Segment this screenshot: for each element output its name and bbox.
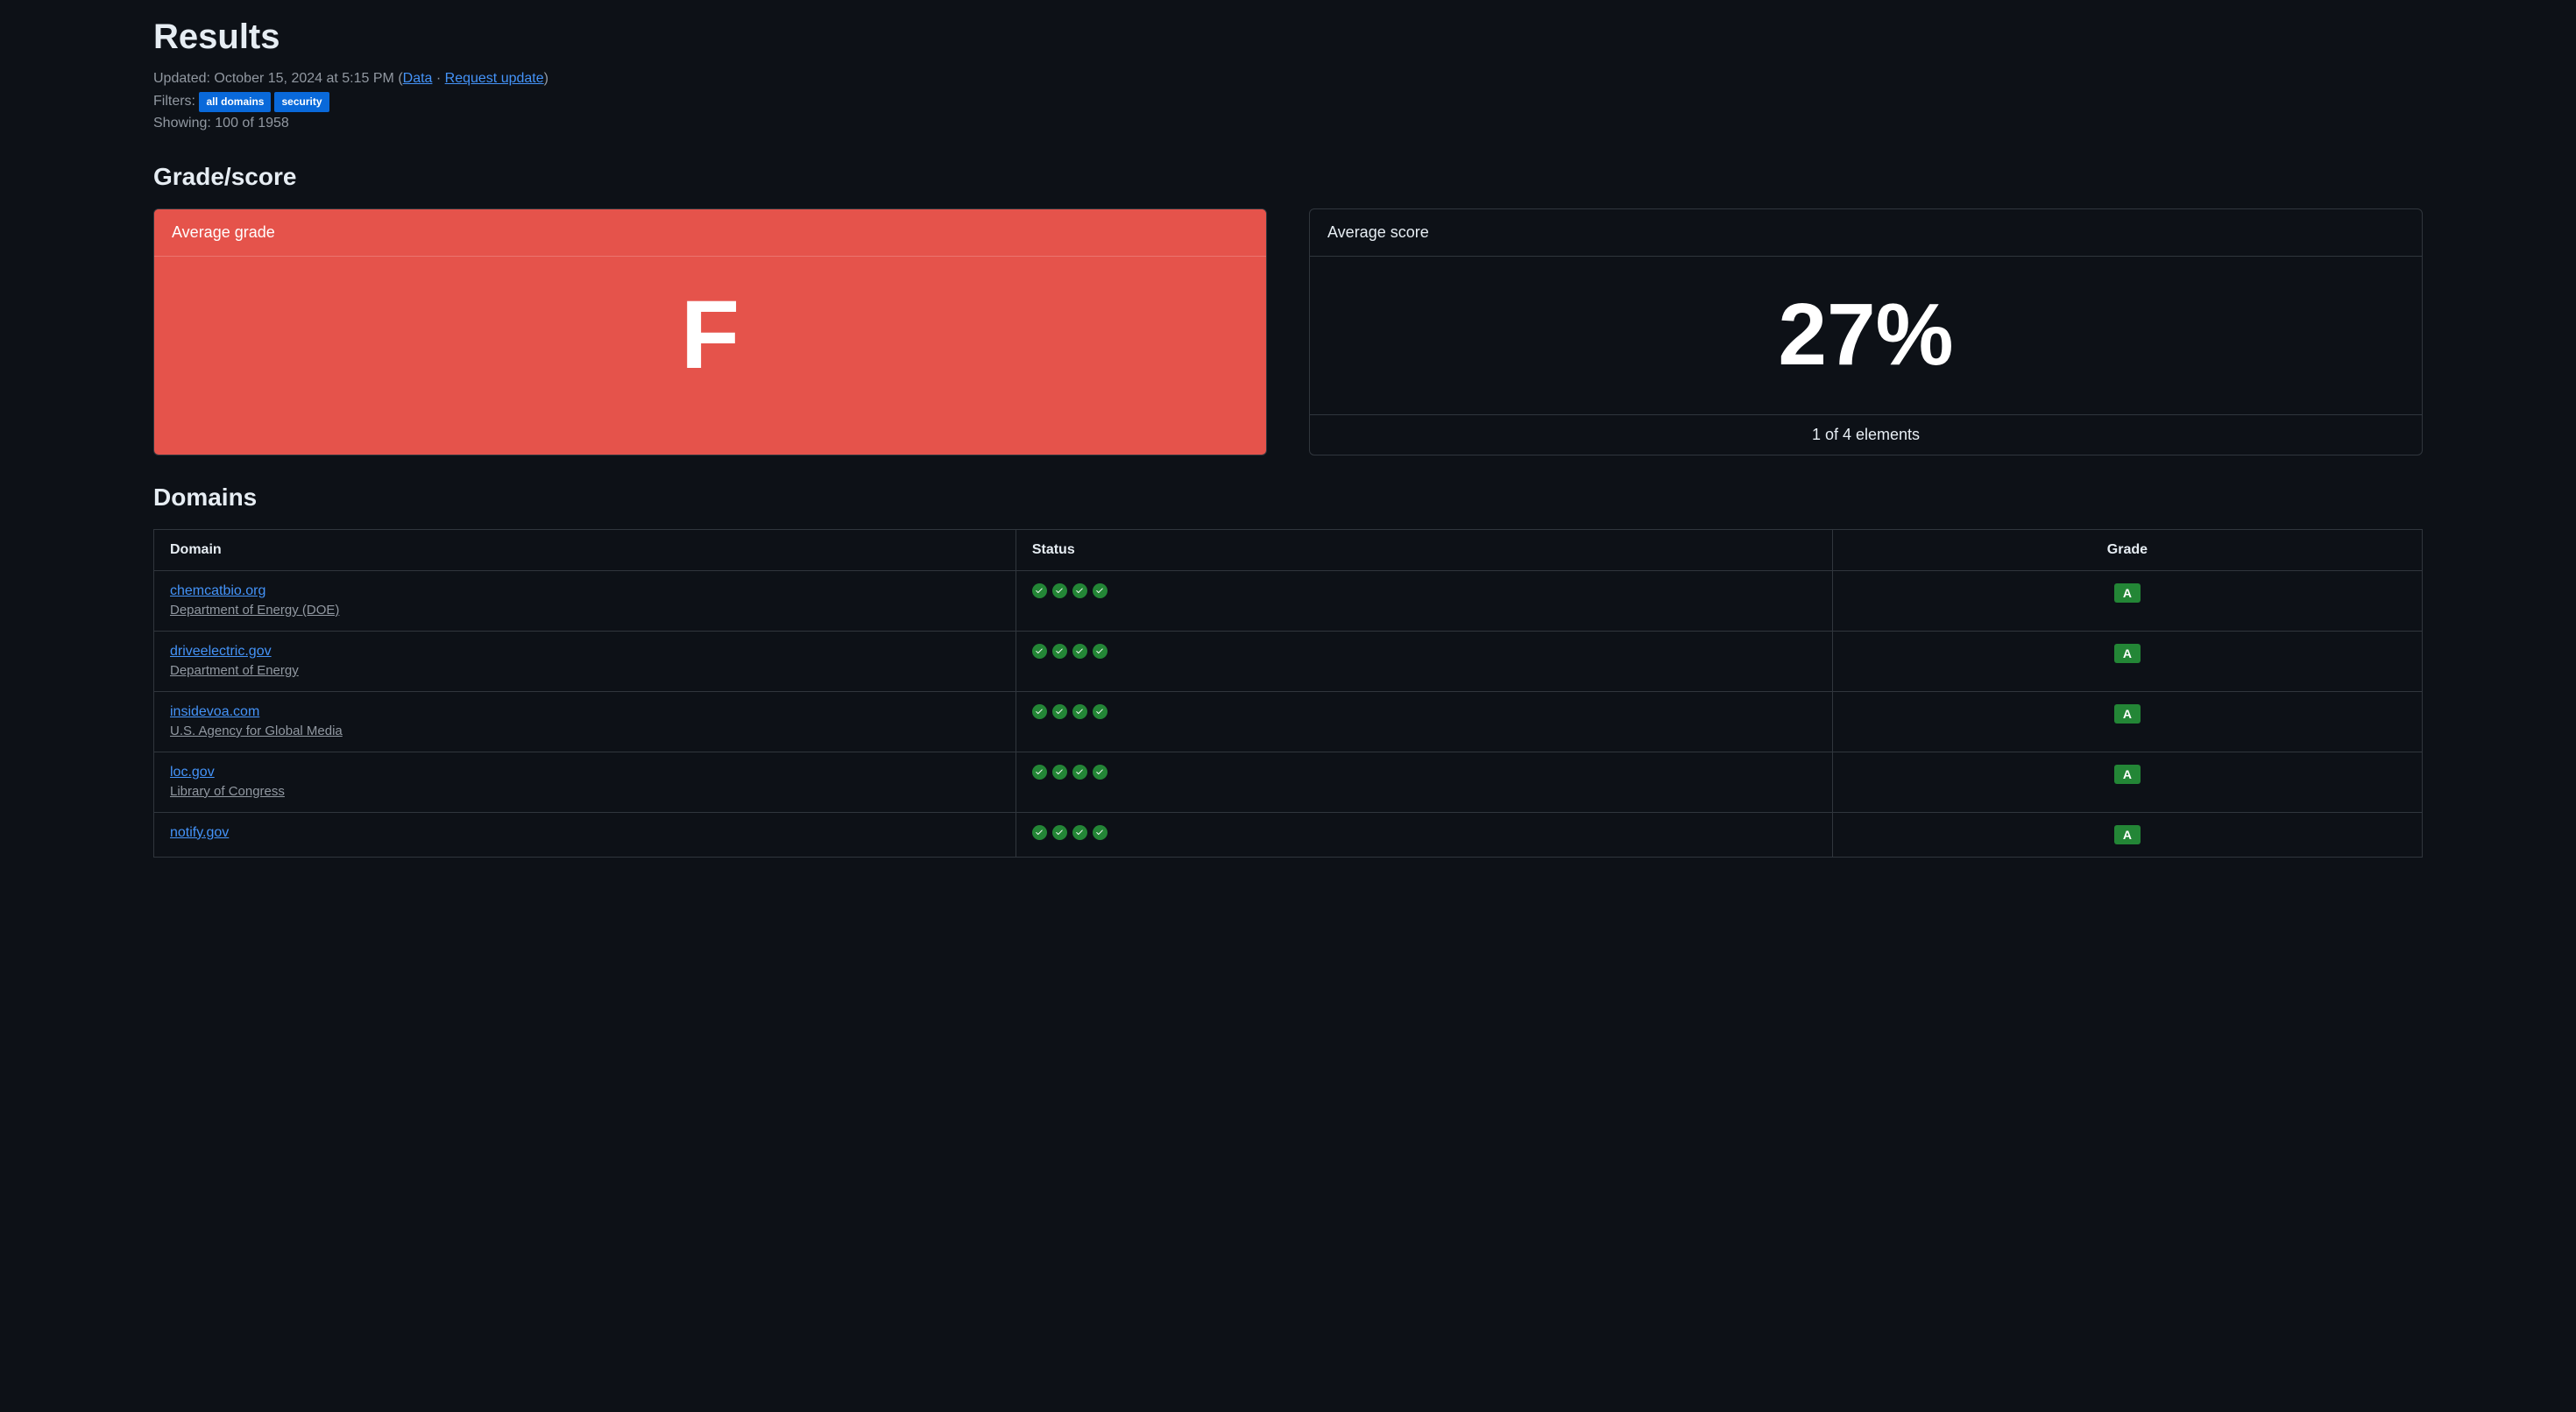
domain-cell: loc.gov Library of Congress — [154, 752, 1016, 812]
request-update-link[interactable]: Request update — [445, 71, 544, 86]
check-icon — [1032, 765, 1047, 780]
filter-tag[interactable]: security — [274, 92, 329, 112]
status-cell — [1016, 691, 1832, 752]
agency-link[interactable]: U.S. Agency for Global Media — [170, 724, 343, 738]
agency-link[interactable]: Library of Congress — [170, 784, 285, 799]
check-icon — [1032, 583, 1047, 598]
table-header-row: Domain Status Grade — [154, 529, 2423, 570]
col-domain: Domain — [154, 529, 1016, 570]
filters-line: Filters: all domainssecurity — [153, 90, 2423, 113]
check-icon — [1052, 765, 1067, 780]
col-grade: Grade — [1832, 529, 2422, 570]
domain-link[interactable]: insidevoa.com — [170, 704, 259, 719]
updated-label: Updated: — [153, 71, 210, 86]
check-icon — [1072, 583, 1087, 598]
grade-score-heading: Grade/score — [153, 163, 2423, 191]
domain-cell: driveelectric.gov Department of Energy — [154, 631, 1016, 691]
table-row: insidevoa.com U.S. Agency for Global Medi… — [154, 691, 2423, 752]
avg-score-footer: 1 of 4 elements — [1310, 414, 2422, 455]
check-icon — [1052, 704, 1067, 719]
check-icon — [1072, 765, 1087, 780]
status-cell — [1016, 631, 1832, 691]
table-row: loc.gov Library of Congress A — [154, 752, 2423, 812]
domain-link[interactable]: driveelectric.gov — [170, 644, 272, 659]
grade-cell: A — [1832, 631, 2422, 691]
agency-link[interactable]: Department of Energy (DOE) — [170, 603, 339, 618]
domain-cell: chemcatbio.org Department of Energy (DOE) — [154, 570, 1016, 631]
grade-badge: A — [2114, 644, 2141, 663]
grade-cell: A — [1832, 752, 2422, 812]
col-status: Status — [1016, 529, 1832, 570]
avg-grade-card: Average grade F — [153, 208, 1267, 455]
check-icon — [1072, 704, 1087, 719]
check-icon — [1093, 704, 1108, 719]
showing-line: Showing: 100 of 1958 — [153, 112, 2423, 135]
grade-badge: A — [2114, 704, 2141, 724]
grade-badge: A — [2114, 583, 2141, 603]
status-cell — [1016, 752, 1832, 812]
check-icon — [1052, 583, 1067, 598]
showing-value: 100 of 1958 — [215, 116, 289, 131]
grade-badge: A — [2114, 825, 2141, 844]
check-icon — [1032, 704, 1047, 719]
avg-score-value: 27% — [1778, 285, 1953, 385]
check-icon — [1052, 825, 1067, 840]
score-cards: Average grade F Average score 27% 1 of 4… — [153, 208, 2423, 455]
check-icon — [1032, 825, 1047, 840]
check-icon — [1032, 644, 1047, 659]
domains-heading: Domains — [153, 484, 2423, 512]
avg-score-card: Average score 27% 1 of 4 elements — [1309, 208, 2423, 455]
status-cell — [1016, 570, 1832, 631]
filters-label: Filters: — [153, 94, 195, 109]
domain-cell: insidevoa.com U.S. Agency for Global Medi… — [154, 691, 1016, 752]
avg-grade-value: F — [681, 279, 740, 391]
paren-close: ) — [544, 71, 548, 86]
avg-grade-label: Average grade — [154, 209, 1266, 257]
check-icon — [1093, 825, 1108, 840]
grade-badge: A — [2114, 765, 2141, 784]
check-icon — [1052, 644, 1067, 659]
table-row: driveelectric.gov Department of Energy A — [154, 631, 2423, 691]
updated-line: Updated: October 15, 2024 at 5:15 PM (Da… — [153, 67, 2423, 90]
domain-link[interactable]: notify.gov — [170, 825, 229, 840]
status-cell — [1016, 812, 1832, 857]
check-icon — [1072, 644, 1087, 659]
table-row: chemcatbio.org Department of Energy (DOE)… — [154, 570, 2423, 631]
check-icon — [1093, 644, 1108, 659]
grade-cell: A — [1832, 691, 2422, 752]
domain-link[interactable]: chemcatbio.org — [170, 583, 265, 598]
grade-cell: A — [1832, 812, 2422, 857]
domain-cell: notify.gov — [154, 812, 1016, 857]
dot-separator: · — [432, 71, 444, 86]
domain-link[interactable]: loc.gov — [170, 765, 215, 780]
grade-cell: A — [1832, 570, 2422, 631]
page-title: Results — [153, 18, 2423, 57]
check-icon — [1072, 825, 1087, 840]
agency-link[interactable]: Department of Energy — [170, 663, 299, 678]
filter-tag[interactable]: all domains — [199, 92, 271, 112]
data-link[interactable]: Data — [403, 71, 433, 86]
domains-table: Domain Status Grade chemcatbio.org Depart… — [153, 529, 2423, 858]
showing-label: Showing: — [153, 116, 211, 131]
table-row: notify.gov A — [154, 812, 2423, 857]
updated-value: October 15, 2024 at 5:15 PM — [214, 71, 393, 86]
check-icon — [1093, 765, 1108, 780]
avg-score-label: Average score — [1310, 209, 2422, 257]
check-icon — [1093, 583, 1108, 598]
